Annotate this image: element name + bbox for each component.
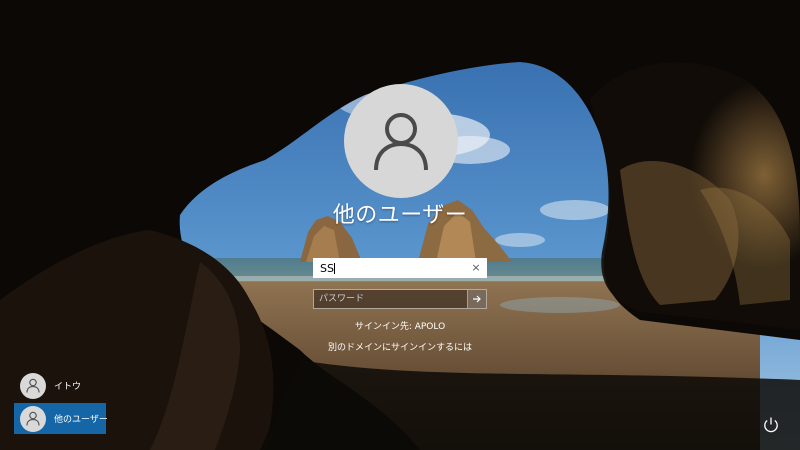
password-field[interactable]	[314, 290, 469, 308]
username-field-container: ×	[313, 258, 487, 278]
user-avatar	[20, 405, 46, 432]
user-item-label: 他のユーザー	[54, 415, 108, 425]
user-list: イトウ 他のユーザー	[14, 370, 108, 436]
arrow-right-icon	[473, 295, 481, 303]
other-domain-link[interactable]: 別のドメインにサインインするには	[250, 340, 550, 353]
user-avatar	[344, 84, 458, 198]
user-item-ito[interactable]: イトウ	[14, 370, 106, 401]
user-avatar	[20, 372, 46, 399]
user-silhouette-icon	[374, 113, 428, 171]
username-heading: 他のユーザー	[332, 203, 468, 228]
user-silhouette-icon	[26, 378, 40, 393]
sign-in-target: サインイン先: APOLO	[354, 322, 446, 332]
username-field[interactable]	[314, 259, 470, 277]
user-item-other-user[interactable]: 他のユーザー	[14, 403, 108, 434]
text-caret	[334, 263, 335, 274]
password-field-container	[313, 289, 487, 309]
user-item-label: イトウ	[54, 382, 82, 392]
submit-button[interactable]	[467, 290, 486, 308]
power-icon	[764, 417, 778, 433]
user-silhouette-icon	[26, 411, 40, 426]
close-icon[interactable]: ×	[469, 261, 483, 275]
power-button[interactable]	[760, 414, 782, 436]
